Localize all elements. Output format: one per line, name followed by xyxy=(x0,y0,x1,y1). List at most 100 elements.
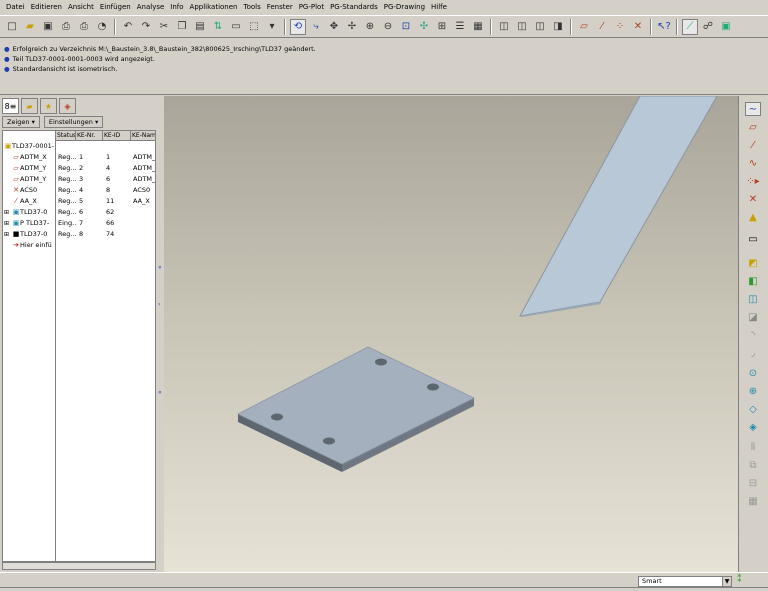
tree-item[interactable]: ⊞ ▣P TLD37- xyxy=(4,218,55,229)
sketch-icon[interactable]: ⟋ xyxy=(682,18,698,35)
model-tree[interactable]: Status KE-Nr. KE-ID KE-Nam ▣TLD37-0001- … xyxy=(2,130,156,562)
print-preview-icon[interactable]: ⎙ xyxy=(76,19,92,35)
tree-horizontal-scrollbar[interactable] xyxy=(2,562,156,570)
collapse-arrow-icon[interactable]: « xyxy=(158,389,162,396)
merge-tool-icon[interactable]: ⧉ xyxy=(745,458,761,472)
tree-root[interactable]: ▣TLD37-0001- xyxy=(4,141,54,152)
orient-icon[interactable]: ✥ xyxy=(326,19,342,35)
mirror-tool-icon[interactable]: ⫴ xyxy=(745,440,761,454)
pattern-tool-icon[interactable]: ▦ xyxy=(745,494,761,508)
menu-pg-standards[interactable]: PG-Standards xyxy=(327,0,381,15)
open-folder-icon[interactable]: ▰ xyxy=(22,19,38,35)
round-tool-icon[interactable]: ◝ xyxy=(745,328,761,342)
menu-pg-plot[interactable]: PG-Plot xyxy=(296,0,327,15)
zoom-fit-icon[interactable]: ⊡ xyxy=(398,19,414,35)
tab-favorites[interactable]: ★ xyxy=(40,98,57,114)
wireframe-icon[interactable]: ◫ xyxy=(496,19,512,35)
menu-datei[interactable]: Datei xyxy=(3,0,28,15)
extrude-tool-icon[interactable]: ◩ xyxy=(745,256,761,270)
rib-tool-icon[interactable]: ◇ xyxy=(745,402,761,416)
no-hidden-icon[interactable]: ◫ xyxy=(532,19,548,35)
datum-axes-toggle-icon[interactable]: ⁄ xyxy=(594,19,610,35)
pan-icon[interactable]: ✢ xyxy=(344,19,360,35)
new-file-icon[interactable]: □ xyxy=(4,19,20,35)
column-header-ke-nr[interactable]: KE-Nr. xyxy=(76,131,103,141)
chamfer-tool-icon[interactable]: ◞ xyxy=(745,346,761,360)
show-dropdown[interactable]: Zeigen ▾ xyxy=(2,116,40,128)
graphics-window[interactable] xyxy=(164,96,738,572)
saved-views-icon[interactable]: ⊞ xyxy=(434,19,450,35)
select-dropdown-icon[interactable]: ▾ xyxy=(264,19,280,35)
find-icon[interactable]: ▭ xyxy=(228,19,244,35)
undo-icon[interactable]: ↶ xyxy=(120,19,136,35)
datum-point-tool-icon[interactable]: ⁘▸ xyxy=(745,174,761,188)
menu-applikationen[interactable]: Applikationen xyxy=(187,0,241,15)
save-icon[interactable]: ▣ xyxy=(40,19,56,35)
parameters-icon[interactable]: ▣ xyxy=(718,19,734,35)
tree-item[interactable]: ✕ACS0 xyxy=(4,185,55,196)
revolve-tool-icon[interactable]: ◧ xyxy=(745,274,761,288)
expand-icon[interactable]: ⊞ xyxy=(4,207,12,218)
tab-connections[interactable]: ◈ xyxy=(59,98,76,114)
menu-editieren[interactable]: Editieren xyxy=(28,0,65,15)
column-header-ke-name[interactable]: KE-Nam xyxy=(131,131,155,141)
blend-tool-icon[interactable]: ◪ xyxy=(745,310,761,324)
sketch-tool-icon[interactable]: ∼ xyxy=(745,102,761,116)
trim-tool-icon[interactable]: ⊟ xyxy=(745,476,761,490)
select-box-icon[interactable]: ⬚ xyxy=(246,19,262,35)
relations-icon[interactable]: ☍ xyxy=(700,19,716,35)
datum-planes-toggle-icon[interactable]: ▱ xyxy=(576,19,592,35)
datum-plane-tool-icon[interactable]: ▱ xyxy=(745,120,761,134)
refresh-view-icon[interactable]: ⟲ xyxy=(290,18,306,35)
menu-analyse[interactable]: Analyse xyxy=(134,0,168,15)
tree-item[interactable]: ⁄ AA_X xyxy=(4,196,55,207)
tab-model-tree[interactable]: 8≡ xyxy=(2,98,19,114)
analysis-tool-icon[interactable]: ▲ xyxy=(745,210,761,224)
menu-hilfe[interactable]: Hilfe xyxy=(428,0,450,15)
tree-item[interactable]: ▱ADTM_Y xyxy=(4,163,55,174)
datum-curve-tool-icon[interactable]: ∿ xyxy=(745,156,761,170)
menu-pg-drawing[interactable]: PG-Drawing xyxy=(381,0,428,15)
context-help-icon[interactable]: ↖? xyxy=(656,19,672,35)
column-header-status[interactable]: Status xyxy=(56,131,76,141)
mail-icon[interactable]: ◔ xyxy=(94,19,110,35)
draft-tool-icon[interactable]: ◈ xyxy=(745,420,761,434)
datum-points-toggle-icon[interactable]: ⁘ xyxy=(612,19,628,35)
shading-icon[interactable]: ◨ xyxy=(550,19,566,35)
zoom-out-icon[interactable]: ⊖ xyxy=(380,19,396,35)
hidden-line-icon[interactable]: ◫ xyxy=(514,19,530,35)
paste-icon[interactable]: ▤ xyxy=(192,19,208,35)
coord-sys-toggle-icon[interactable]: ✕ xyxy=(630,19,646,35)
menu-ansicht[interactable]: Ansicht xyxy=(65,0,97,15)
cut-icon[interactable]: ✂ xyxy=(156,19,172,35)
column-header-ke-id[interactable]: KE-ID xyxy=(103,131,131,141)
tab-folder-browser[interactable]: ▰ xyxy=(21,98,38,114)
expand-arrow-icon[interactable]: › xyxy=(158,301,160,308)
tree-item[interactable]: ⊞ ■TLD37-0 xyxy=(4,229,55,240)
datum-axis-tool-icon[interactable]: ⁄ xyxy=(745,138,761,152)
copy-icon[interactable]: ❐ xyxy=(174,19,190,35)
menu-fenster[interactable]: Fenster xyxy=(264,0,296,15)
sweep-tool-icon[interactable]: ◫ xyxy=(745,292,761,306)
hole-tool-icon[interactable]: ⊙ xyxy=(745,366,761,380)
tree-item[interactable]: ▱ADTM_X xyxy=(4,152,55,163)
view-manager-icon[interactable]: ▦ xyxy=(470,19,486,35)
print-icon[interactable]: ⎙ xyxy=(58,19,74,35)
chevron-down-icon[interactable]: ▼ xyxy=(722,577,731,586)
coord-sys-tool-icon[interactable]: ✕ xyxy=(745,192,761,206)
menu-info[interactable]: Info xyxy=(167,0,186,15)
tree-item[interactable]: ➔Hier einfü xyxy=(4,240,55,251)
menu-einf-gen[interactable]: Einfügen xyxy=(97,0,134,15)
tree-item[interactable]: ▱ADTM_Y xyxy=(4,174,55,185)
menu-tools[interactable]: Tools xyxy=(240,0,263,15)
expand-icon[interactable]: ⊞ xyxy=(4,229,12,240)
shell-tool-icon[interactable]: ⊕ xyxy=(745,384,761,398)
zoom-in-icon[interactable]: ⊕ xyxy=(362,19,378,35)
expand-icon[interactable]: ⊞ xyxy=(4,218,12,229)
repaint-icon[interactable]: ✣ xyxy=(416,19,432,35)
tree-item[interactable]: ⊞ ▣TLD37-0 xyxy=(4,207,55,218)
layers-icon[interactable]: ☰ xyxy=(452,19,468,35)
settings-dropdown[interactable]: Einstellungen ▾ xyxy=(43,116,104,128)
redo-icon[interactable]: ↷ xyxy=(138,19,154,35)
regenerate-icon[interactable]: ⇅ xyxy=(210,19,226,35)
